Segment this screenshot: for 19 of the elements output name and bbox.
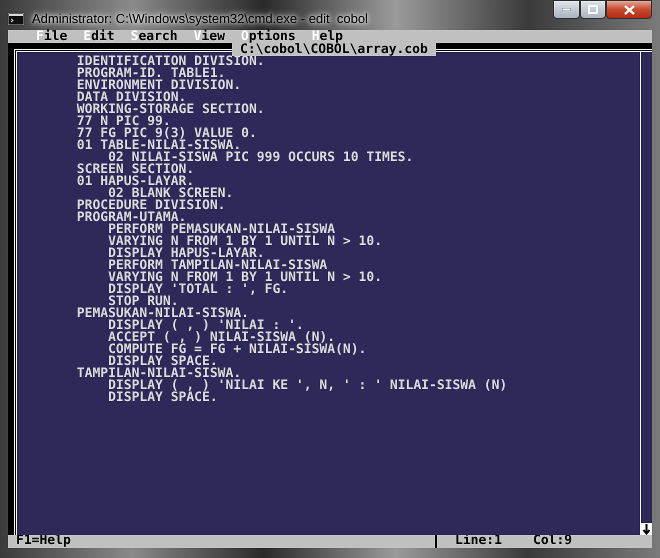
console-icon: [8, 12, 24, 25]
menu-item[interactable]: View: [186, 30, 233, 43]
window-title: Administrator: C:\Windows\system32\cmd.exe - edit cobol: [32, 10, 368, 28]
maximize-icon: [588, 5, 598, 14]
menu-item[interactable]: File: [28, 30, 76, 43]
down-arrow-icon[interactable]: [641, 523, 652, 535]
line-indicator: Line:1: [454, 535, 503, 548]
file-name: C:\cobol\COBOL\array.cob: [232, 43, 436, 56]
menu-item[interactable]: Options: [232, 30, 304, 43]
maximize-button[interactable]: [580, 0, 606, 19]
scrollbar[interactable]: [640, 52, 652, 535]
menu-item[interactable]: Edit: [75, 30, 123, 43]
close-icon: [624, 4, 634, 14]
close-button[interactable]: [606, 0, 652, 19]
help-hint: F1=Help: [15, 535, 72, 548]
menu-item[interactable]: Help: [304, 30, 352, 43]
minimize-icon: [562, 8, 571, 11]
menu-item[interactable]: Search: [122, 30, 186, 43]
minimize-button[interactable]: [553, 0, 580, 19]
